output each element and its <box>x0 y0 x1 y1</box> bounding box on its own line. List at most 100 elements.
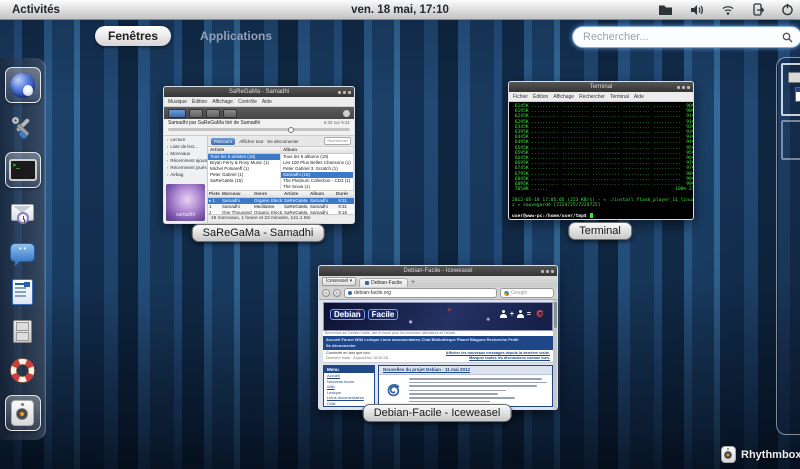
mark-read-link[interactable]: Marquer toutes les discussions comme lue… <box>446 356 550 361</box>
now-playing-text: Samadhi par SaReGaMa tiré de Samadhi <box>168 120 260 126</box>
volume-button[interactable] <box>343 110 350 117</box>
tools-icon <box>10 115 36 141</box>
album-row[interactable]: The Snow (1) <box>281 184 353 190</box>
rhythmbox-icon <box>11 400 34 426</box>
rhythmbox-toolbar[interactable] <box>164 107 354 119</box>
dash-terminal[interactable] <box>5 152 41 188</box>
page-scrollbar[interactable] <box>553 300 557 409</box>
window-rhythmbox[interactable]: SaReGaMa - Samadhi MusiqueÉditionAfficha… <box>163 86 355 224</box>
window-title: SaReGaMa - Samadhi <box>229 89 289 95</box>
session-info-row: Connecté en tant que toto. Dernière visi… <box>323 350 553 363</box>
window-terminal[interactable]: Terminal FichierÉditionAffichageRecherch… <box>508 81 694 220</box>
rhythmbox-menubar[interactable]: MusiqueÉditionAffichageContrôleAide <box>164 97 354 107</box>
back-button[interactable]: ‹ <box>322 289 330 297</box>
activities-button[interactable]: Activités <box>0 4 72 16</box>
window-buttons[interactable] <box>541 270 554 273</box>
files-icon[interactable] <box>658 4 673 16</box>
next-button[interactable] <box>206 109 220 118</box>
menu-box-header: Menu <box>324 366 374 373</box>
window-buttons[interactable] <box>338 91 351 94</box>
lifebuoy-icon <box>10 358 35 383</box>
play-button[interactable] <box>168 109 186 118</box>
now-playing-area: Samadhi par SaReGaMa tiré de Samadhi 6:3… <box>164 119 354 136</box>
window-buttons[interactable] <box>677 86 690 89</box>
search-input[interactable] <box>581 30 782 44</box>
terminal-cursor <box>590 213 593 218</box>
dash-file-cabinet[interactable] <box>8 316 38 346</box>
seek-handle[interactable] <box>288 127 294 133</box>
mini-window-iceweasel <box>795 87 800 102</box>
google-logo-icon <box>504 291 509 296</box>
banner-equation: + = <box>500 308 546 320</box>
window-iceweasel[interactable]: Debian-Facile - Iceweasel Iceweasel ▾ De… <box>318 265 558 410</box>
artist-header[interactable]: Artiste <box>208 147 280 154</box>
forward-button[interactable]: › <box>333 289 341 297</box>
search-engine-field[interactable]: Google <box>500 288 554 298</box>
terminal-menubar[interactable]: FichierÉditionAffichageRechercherTermina… <box>509 92 693 102</box>
window-label-terminal: Terminal <box>568 222 632 240</box>
sidebar-item[interactable]: Morceaux <box>164 150 207 157</box>
url-bar[interactable]: debian-facile.org <box>344 288 497 298</box>
dash-system-tools[interactable] <box>8 113 38 143</box>
tab-applications[interactable]: Applications <box>187 26 285 46</box>
rhythmbox-notification[interactable]: Rhythmbox <box>721 446 800 463</box>
browser-tab[interactable]: Debian-Facile <box>359 278 408 287</box>
dash-word-processor[interactable] <box>8 277 38 307</box>
sidebar-item[interactable]: Liste de lect... <box>164 143 207 150</box>
debian-swirl-icon <box>534 308 546 320</box>
previous-button[interactable] <box>189 109 203 118</box>
sidebar-item[interactable]: Récemment ajoutés <box>164 157 207 164</box>
document-icon <box>12 279 33 305</box>
workspace-thumbnail-2[interactable] <box>781 120 800 160</box>
window-label-iceweasel: Debian-Facile - Iceweasel <box>363 404 512 422</box>
sidebar-item[interactable]: Récemment joués <box>164 164 207 171</box>
app-menu-button[interactable]: Iceweasel ▾ <box>322 277 356 286</box>
dash-rhythmbox[interactable] <box>5 395 41 431</box>
seek-slider[interactable] <box>168 128 350 131</box>
network-wifi-icon[interactable] <box>721 4 735 15</box>
album-header[interactable]: Album <box>281 147 353 154</box>
tab-favicon <box>365 281 369 285</box>
mini-window-rhythmbox <box>788 72 800 83</box>
disconnect-button[interactable]: Se déconnecter <box>267 139 299 144</box>
new-tab-button[interactable]: + <box>411 278 415 287</box>
debian-logo-icon <box>383 378 405 404</box>
dash <box>0 58 46 440</box>
page-menu-box: Menu AccueilNouveau forumWikiLexiqueLien… <box>323 365 375 407</box>
power-icon[interactable] <box>781 3 794 16</box>
dash-mail[interactable] <box>8 198 38 228</box>
dash-chat[interactable] <box>8 237 38 267</box>
workspace-switcher <box>776 57 800 435</box>
dash-web-browser[interactable] <box>5 67 41 103</box>
window-titlebar[interactable]: Terminal <box>509 82 693 92</box>
top-bar: Activités ven. 18 mai, 17:10 <box>0 0 800 20</box>
artist-row[interactable]: SaReGaMa (15) <box>208 178 280 184</box>
repeat-button[interactable] <box>223 109 237 118</box>
window-titlebar[interactable]: Debian-Facile - Iceweasel <box>319 266 557 276</box>
article-title-link[interactable]: Nouvelles du projet Debian - 11 mai 2012 <box>379 366 552 375</box>
clock[interactable]: ven. 18 mai, 17:10 <box>351 4 449 16</box>
tab-windows[interactable]: Fenêtres <box>95 26 171 46</box>
library-search-field[interactable]: Rechercher <box>324 137 351 145</box>
web-page: Debian Facile + = Bienvenue sur Debian-F… <box>319 300 557 409</box>
browse-button[interactable]: Parcourir <box>211 138 235 145</box>
track-table-header[interactable]: Piste Morceau Genre Artiste Album Durée <box>208 191 354 198</box>
article-body: The Debian Administrator's Handbook <box>409 378 548 403</box>
show-all-button[interactable]: Afficher tout <box>239 139 263 144</box>
notification-label: Rhythmbox <box>741 449 800 461</box>
sidebar-item[interactable]: Airbag <box>164 171 207 178</box>
window-titlebar[interactable]: SaReGaMa - Samadhi <box>164 87 354 97</box>
overview-tabs: Fenêtres Applications <box>95 26 285 46</box>
track-time: 6:32 sur 9:31 <box>324 120 350 126</box>
browse-bar: Parcourir Afficher tout Se déconnecter R… <box>208 136 354 147</box>
workspace-thumbnail-1[interactable] <box>781 63 800 116</box>
sidebar-item[interactable]: Lecture <box>164 136 207 143</box>
site-nav[interactable]: Accueil Forum Wiki Lexique Liens documen… <box>323 336 553 350</box>
mail-clock-icon <box>11 204 34 221</box>
dash-help[interactable] <box>8 356 38 386</box>
browser-tab-strip: Iceweasel ▾ Debian-Facile + <box>319 276 557 287</box>
window-title: Terminal <box>590 84 613 90</box>
session-icon[interactable] <box>752 3 764 16</box>
volume-icon[interactable] <box>690 4 704 16</box>
site-logo: Debian Facile <box>330 309 398 320</box>
